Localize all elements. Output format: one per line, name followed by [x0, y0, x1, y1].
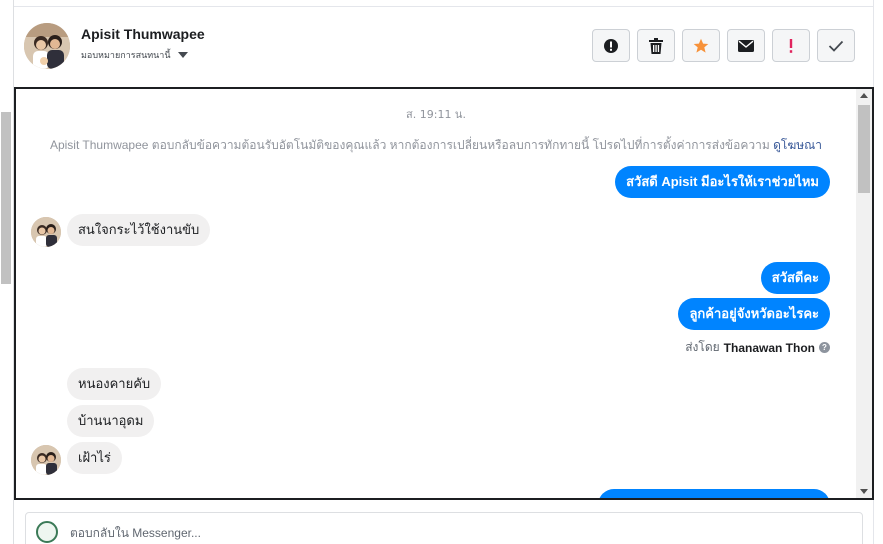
auto-reply-notice: Apisit Thumwapee ตอบกลับข้อความต้อนรับอั…	[16, 136, 856, 155]
thread-scrollbar-thumb[interactable]	[858, 105, 870, 193]
conversation-actions	[592, 29, 855, 62]
message-outgoing: สวัสดีคะ	[760, 262, 830, 294]
contact-avatar-small	[31, 217, 61, 247]
reply-input[interactable]: ตอบกลับใน Messenger...	[70, 524, 201, 543]
inbox-conversation-page: Apisit Thumwapee มอบหมายการสนทนานี้ ส. 1…	[0, 0, 883, 544]
assign-label: มอบหมายการสนทนานี้	[81, 51, 171, 61]
sent-by-info: ส่งโดย Thanawan Thon ?	[685, 338, 830, 357]
sent-by-label: ส่งโดย	[685, 340, 720, 354]
envelope-icon	[738, 39, 754, 52]
right-frame-edge	[873, 0, 883, 544]
reply-box[interactable]: ตอบกลับใน Messenger...	[25, 512, 863, 544]
help-icon[interactable]: ?	[819, 342, 830, 353]
exclamation-icon	[789, 38, 793, 53]
left-scrollbar[interactable]	[0, 0, 14, 544]
message-timestamp: ส. 19:11 น.	[406, 108, 466, 121]
conversation-header: Apisit Thumwapee มอบหมายการสนทนานี้	[14, 7, 873, 87]
mark-spam-button[interactable]	[592, 29, 630, 62]
page-avatar-icon	[36, 521, 58, 543]
scroll-down-arrow-icon[interactable]	[860, 489, 868, 494]
contact-avatar[interactable]	[24, 23, 70, 69]
mark-unread-button[interactable]	[727, 29, 765, 62]
follow-up-button[interactable]	[772, 29, 810, 62]
message-incoming: เฝ้าไร่	[67, 442, 122, 474]
check-icon	[828, 40, 844, 52]
sent-by-agent: Thanawan Thon	[723, 340, 815, 355]
message-incoming: สนใจกระไว้ใช้งานขับ	[67, 214, 211, 246]
contact-name[interactable]: Apisit Thumwapee	[81, 26, 205, 42]
message-outgoing: สวัสดี Apisit มีอะไรให้เราช่วยไหม	[615, 166, 830, 198]
scroll-up-arrow-icon[interactable]	[860, 93, 868, 98]
thread-scrollbar[interactable]	[856, 89, 872, 498]
assign-conversation-dropdown[interactable]: มอบหมายการสนทนานี้	[81, 48, 188, 62]
trash-icon	[649, 37, 663, 54]
message-incoming: หนองคายคับ	[67, 368, 162, 400]
message-thread[interactable]: ส. 19:11 น. Apisit Thumwapee ตอบกลับข้อค…	[14, 87, 874, 500]
notice-text: Apisit Thumwapee ตอบกลับข้อความต้อนรับอั…	[49, 138, 770, 152]
contact-avatar-small	[31, 445, 61, 475]
left-scrollbar-thumb[interactable]	[1, 112, 11, 284]
delete-button[interactable]	[637, 29, 675, 62]
alert-circle-icon	[604, 38, 618, 53]
star-icon	[693, 38, 709, 53]
view-ad-link[interactable]: ดูโฆษณา	[773, 138, 822, 152]
mark-done-button[interactable]	[817, 29, 855, 62]
message-incoming: บ้านนาอุดม	[67, 405, 155, 437]
message-outgoing: ลูกค้าอยู่จังหวัดอะไรคะ	[678, 298, 830, 330]
caret-down-icon	[177, 52, 188, 58]
star-button[interactable]	[682, 29, 720, 62]
message-outgoing-cut-off	[598, 489, 830, 498]
